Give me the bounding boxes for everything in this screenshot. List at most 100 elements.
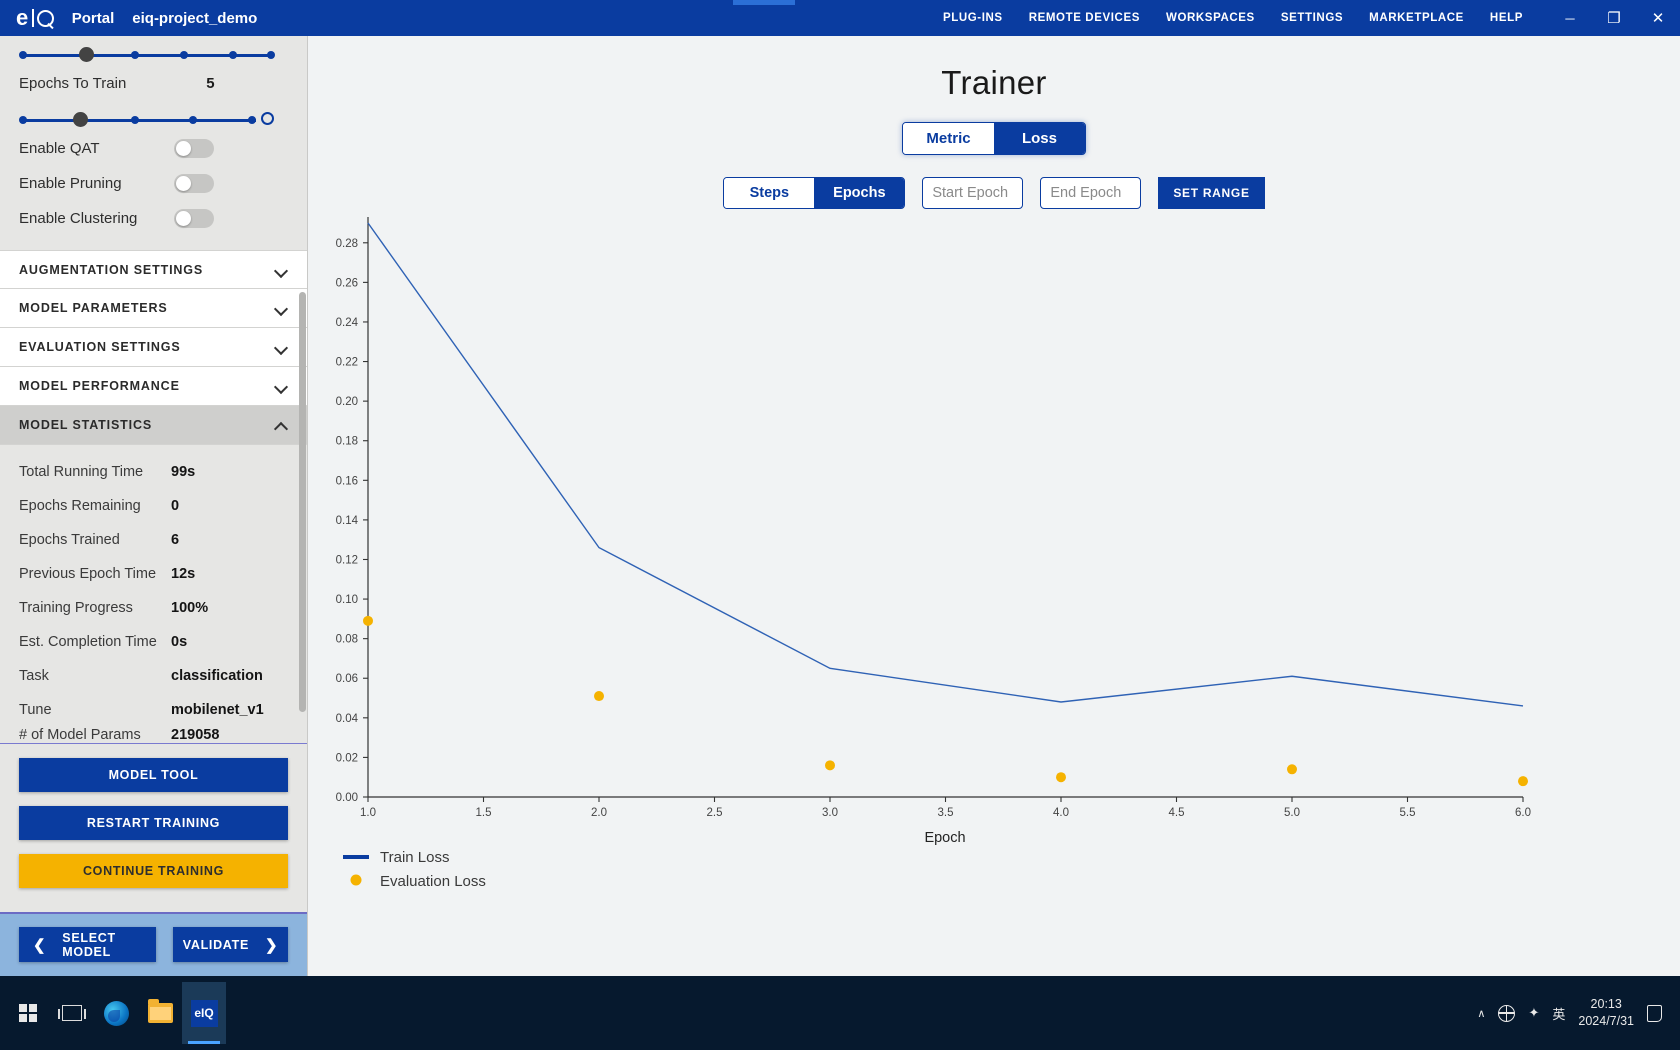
evaluation-loss-point [363,615,373,626]
tab-steps[interactable]: Steps [724,178,815,208]
epochs-to-train-label: Epochs To Train [19,75,127,92]
svg-text:0.00: 0.00 [336,792,358,804]
epochs-to-train-row: Epochs To Train 5 [0,66,307,101]
enable-qat-toggle[interactable] [174,139,214,158]
evaluation-loss-point [825,760,835,771]
stat-key: Tune [19,702,52,718]
tab-epochs[interactable]: Epochs [814,178,905,208]
left-settings-panel: Epochs To Train 5 Enable QAT Enable Prun… [0,36,308,976]
notification-icon[interactable] [1647,1004,1662,1022]
accordion-augmentation-settings[interactable]: AUGMENTATION SETTINGS [0,250,307,289]
windows-start-icon[interactable] [6,982,50,1044]
wizard-navigation-bar: ❮ SELECT MODEL VALIDATE ❯ [0,911,307,976]
learning-rate-slider-partial[interactable] [0,44,307,66]
svg-text:0.28: 0.28 [336,238,358,250]
enable-qat-row: Enable QAT [0,131,307,166]
slider-endpoint-marker[interactable] [261,112,274,125]
epochs-to-train-slider[interactable] [0,109,307,131]
enable-clustering-row: Enable Clustering [0,201,307,236]
restart-training-button[interactable]: RESTART TRAINING [19,805,288,840]
window-tab-indicator [733,0,795,5]
continue-training-button[interactable]: CONTINUE TRAINING [19,853,288,888]
set-range-button[interactable]: SET RANGE [1158,177,1265,209]
settings-scrollbar[interactable] [299,292,306,712]
enable-pruning-label: Enable Pruning [19,175,122,192]
stat-key: # of Model Params [19,727,141,743]
accordion-model-parameters[interactable]: MODEL PARAMETERS [0,289,307,328]
volume-icon[interactable]: ✦ [1528,1005,1539,1021]
nav-item-help[interactable]: HELP [1477,12,1536,24]
system-tray: ∧ ✦ 英 20:13 2024/7/31 [1477,996,1680,1030]
slider-track-epochs[interactable] [19,109,288,131]
nav-item-workspaces[interactable]: WORKSPACES [1153,12,1268,24]
slider-thumb-epochs[interactable] [73,112,88,127]
nav-item-plug-ins[interactable]: PLUG-INS [930,12,1016,24]
page-title: Trainer [941,64,1047,101]
range-controls: Steps Epochs SET RANGE [308,177,1680,209]
edge-browser-icon[interactable] [94,982,138,1044]
accordion-evaluation-settings[interactable]: EVALUATION SETTINGS [0,328,307,367]
top-navigation: PLUG-INS REMOTE DEVICES WORKSPACES SETTI… [930,12,1536,24]
legend-swatch-train-loss [343,855,369,859]
main-content: Trainer Metric Loss Steps Epochs SET RAN… [308,36,1680,976]
stat-value: 0 [171,498,180,514]
enable-pruning-row: Enable Pruning [0,166,307,201]
project-name-label: eiq-project_demo [132,9,258,27]
settings-scroll-area[interactable]: Epochs To Train 5 Enable QAT Enable Prun… [0,36,307,743]
network-globe-icon[interactable] [1498,1004,1516,1022]
stat-value: 219058 [171,727,220,743]
close-icon[interactable]: ✕ [1636,0,1680,36]
stat-row: Est. Completion Time 0s [0,625,307,659]
ime-language-icon[interactable]: 英 [1552,1004,1565,1023]
application-window: e Portal eiq-project_demo PLUG-INS REMOT… [0,0,1680,1050]
stat-key: Epochs Remaining [19,498,141,514]
slider-track-top[interactable] [19,44,288,66]
stat-value: 6 [171,532,180,548]
loss-chart-svg: 0.00 0.02 0.04 0.06 0.08 0.10 0.12 0.14 0.16 0.18… [336,217,1531,890]
enable-clustering-toggle[interactable] [174,209,214,228]
nav-item-marketplace[interactable]: MARKETPLACE [1356,12,1477,24]
evaluation-loss-point [594,691,604,702]
portal-label: Portal [71,9,115,27]
eiq-taskbar-label: eIQ [190,999,218,1027]
svg-text:0.06: 0.06 [336,673,358,685]
tray-expand-icon[interactable]: ∧ [1477,1007,1485,1020]
svg-text:1.5: 1.5 [476,807,492,819]
clock[interactable]: 20:13 2024/7/31 [1578,996,1634,1030]
nav-item-settings[interactable]: SETTINGS [1268,12,1356,24]
task-view-icon[interactable] [50,982,94,1044]
stat-value: 100% [171,600,209,616]
tab-metric[interactable]: Metric [903,123,994,154]
stat-row: Tune mobilenet_v1 [0,693,307,727]
select-model-button[interactable]: ❮ SELECT MODEL [19,927,156,963]
taskbar-icons: eIQ [6,982,226,1044]
tab-loss[interactable]: Loss [994,123,1085,154]
stat-key: Epochs Trained [19,532,120,548]
svg-text:4.0: 4.0 [1053,807,1069,819]
stat-key: Training Progress [19,600,133,616]
enable-pruning-toggle[interactable] [174,174,214,193]
stat-row: Total Running Time 99s [0,455,307,489]
eiq-portal-icon[interactable]: eIQ [182,982,226,1044]
stat-key: Total Running Time [19,464,144,480]
model-tool-button[interactable]: MODEL TOOL [19,757,288,792]
stat-value: 12s [171,566,196,582]
end-epoch-input[interactable] [1040,177,1142,209]
stat-row: # of Model Params 219058 [0,727,307,743]
chart-legend: Train Loss Evaluation Loss [343,849,486,890]
accordion-model-statistics[interactable]: MODEL STATISTICS [0,406,307,445]
y-axis-ticks: 0.00 0.02 0.04 0.06 0.08 0.10 0.12 0.14 0.16 0.18… [336,238,368,804]
metric-loss-toggle-group: Metric Loss [308,122,1680,155]
windows-taskbar: eIQ ∧ ✦ 英 20:13 2024/7/31 [0,976,1680,1050]
minimize-icon[interactable]: ─ [1548,0,1592,36]
accordion-model-performance[interactable]: MODEL PERFORMANCE [0,367,307,406]
file-explorer-icon[interactable] [138,982,182,1044]
enable-qat-label: Enable QAT [19,140,100,157]
accordion-model-performance-label: MODEL PERFORMANCE [19,379,180,393]
nav-item-remote-devices[interactable]: REMOTE DEVICES [1016,12,1153,24]
validate-button[interactable]: VALIDATE ❯ [173,927,288,963]
start-epoch-input[interactable] [922,177,1024,209]
maximize-icon[interactable]: ❐ [1592,0,1636,36]
slider-thumb-top[interactable] [79,47,94,62]
evaluation-loss-points [363,615,1528,787]
